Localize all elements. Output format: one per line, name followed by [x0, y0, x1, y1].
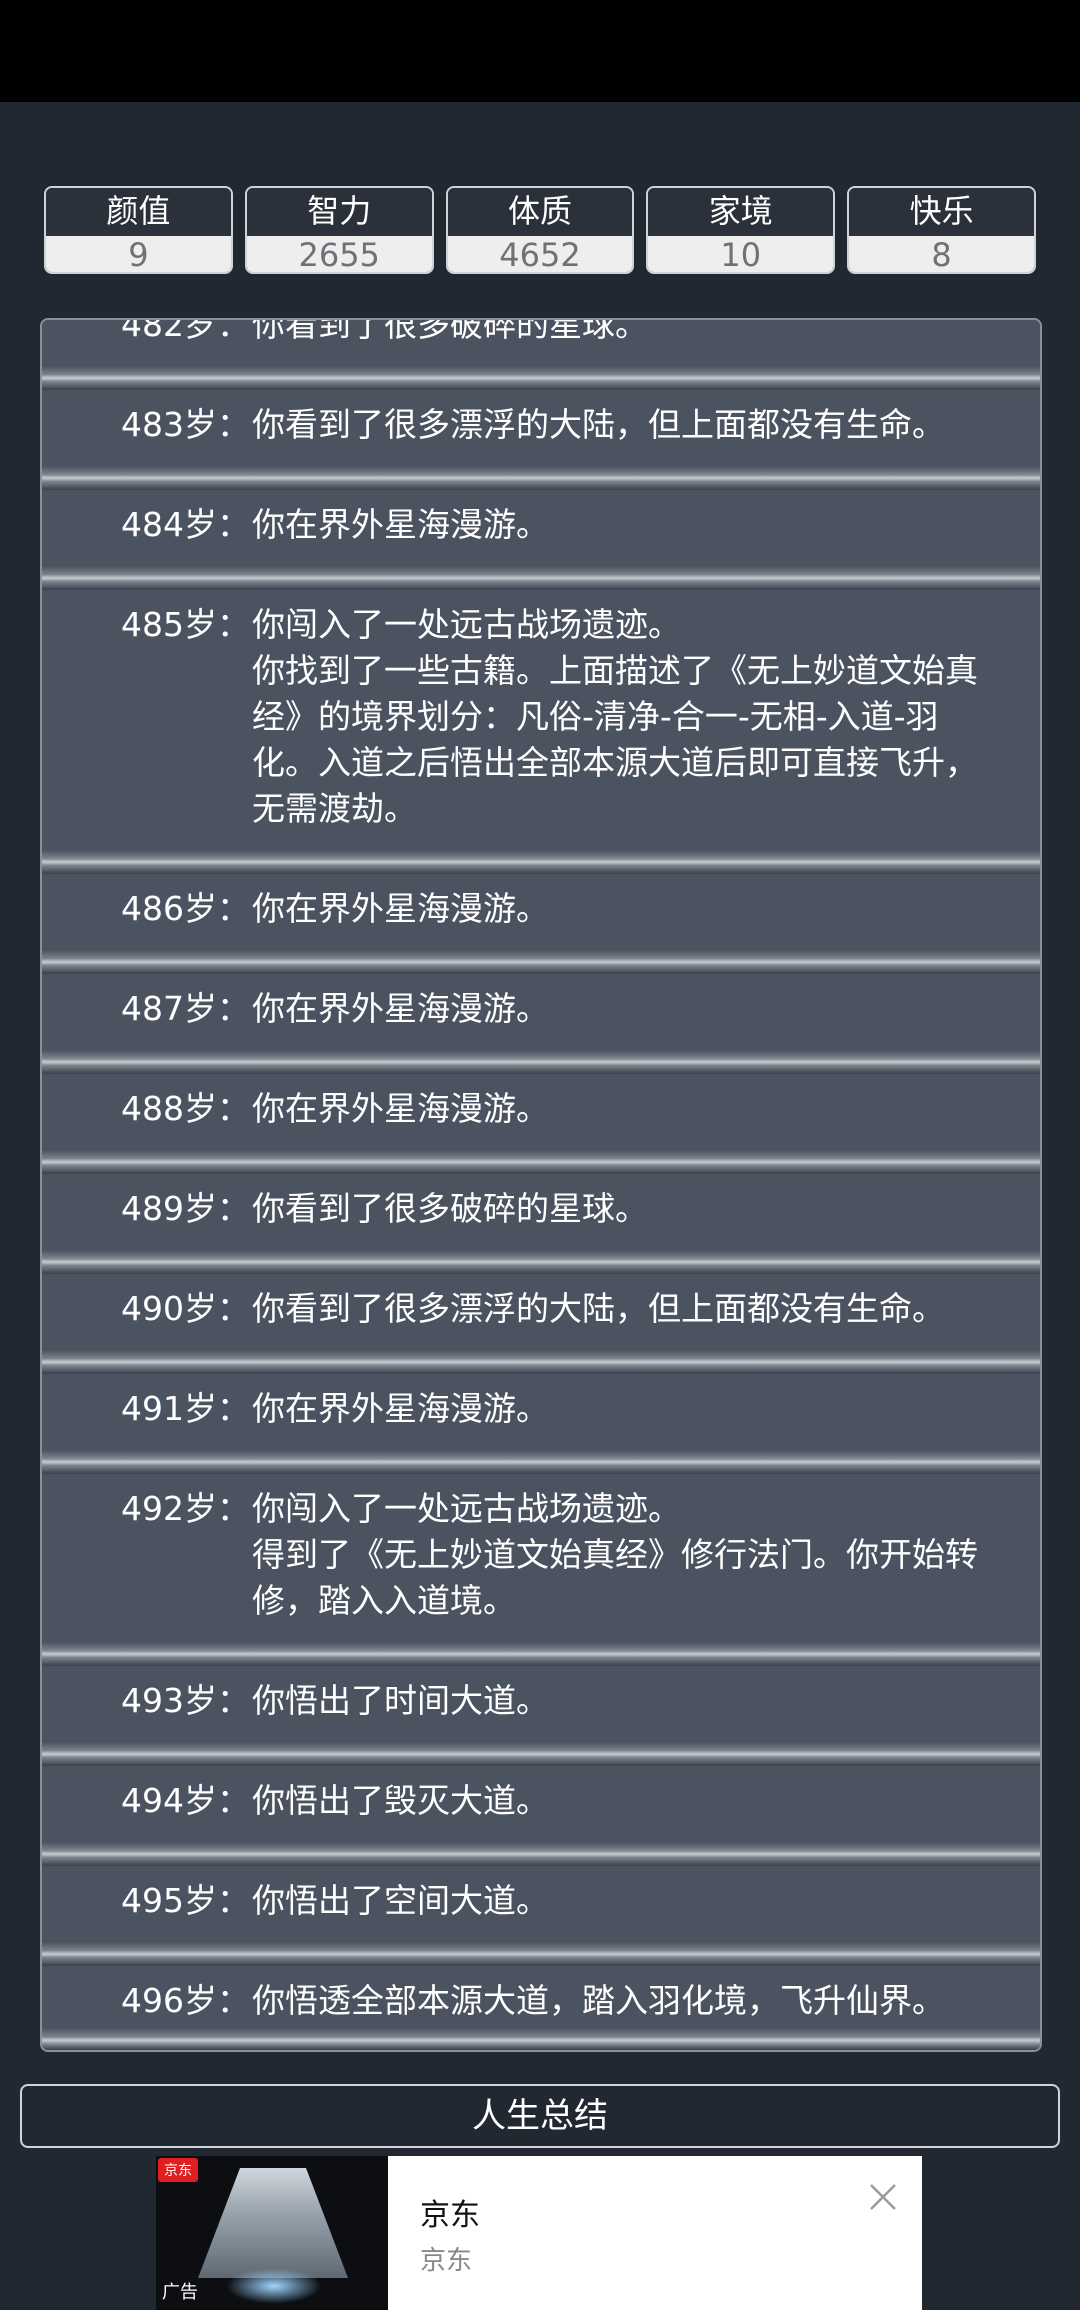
stat-value: 8 — [849, 234, 1034, 272]
log-entry: 482岁： 你看到了很多破碎的星球。 — [42, 318, 1040, 366]
log-age: 491岁： — [121, 1389, 250, 1428]
log-age: 482岁： — [121, 318, 250, 344]
ad-body[interactable]: 京东 京东 — [388, 2156, 922, 2310]
log-text: 你在界外星海漫游。 — [252, 505, 549, 544]
stat-value: 2655 — [246, 234, 432, 272]
log-entry: 486岁： 你在界外星海漫游。 — [42, 850, 1040, 950]
ad-banner[interactable]: 京东 广告 京东 京东 — [156, 2156, 922, 2310]
log-age: 495岁： — [121, 1881, 250, 1920]
stat-label: 颜值 — [46, 188, 231, 234]
log-age: 486岁： — [121, 889, 250, 928]
log-text: 你在界外星海漫游。 — [252, 1389, 549, 1428]
log-entry: 488岁： 你在界外星海漫游。 — [42, 1050, 1040, 1150]
log-age: 490岁： — [121, 1289, 250, 1328]
log-text: 你悟出了毁灭大道。 — [252, 1781, 549, 1820]
log-text: 你看到了很多漂浮的大陆，但上面都没有生命。 — [252, 405, 945, 444]
close-icon[interactable] — [868, 2180, 898, 2218]
stat-value: 10 — [648, 234, 834, 272]
stat-label: 快乐 — [849, 188, 1034, 234]
stat-constitution: 体质 4652 — [445, 186, 635, 274]
log-text: 你在界外星海漫游。 — [252, 989, 549, 1028]
stat-value: 9 — [46, 234, 231, 272]
attribute-stats: 颜值 9 智力 2655 体质 4652 家境 10 快乐 8 — [44, 186, 1036, 274]
log-text: 你闯入了一处远古战场遗迹。 得到了《无上妙道文始真经》修行法门。你开始转修，踏入… — [252, 1489, 978, 1620]
log-entry: 490岁： 你看到了很多漂浮的大陆，但上面都没有生命。 — [42, 1250, 1040, 1350]
log-entry: 494岁： 你悟出了毁灭大道。 — [42, 1742, 1040, 1842]
stat-label: 智力 — [246, 188, 432, 234]
log-entry: 483岁： 你看到了很多漂浮的大陆，但上面都没有生命。 — [42, 366, 1040, 466]
stat-family: 家境 10 — [646, 186, 836, 274]
log-text: 你看到了很多破碎的星球。 — [252, 318, 648, 344]
stat-intelligence: 智力 2655 — [244, 186, 434, 274]
stat-value: 4652 — [447, 234, 633, 272]
log-entry: 491岁： 你在界外星海漫游。 — [42, 1350, 1040, 1450]
log-entry: 489岁： 你看到了很多破碎的星球。 — [42, 1150, 1040, 1250]
log-entry: 492岁： 你闯入了一处远古战场遗迹。 得到了《无上妙道文始真经》修行法门。你开始… — [42, 1450, 1040, 1642]
ad-title: 京东 — [420, 2198, 480, 2233]
stat-appearance: 颜值 9 — [44, 186, 233, 274]
jd-logo: 京东 — [158, 2158, 198, 2182]
log-text: 你闯入了一处远古战场遗迹。 你找到了一些古籍。上面描述了《无上妙道文始真经》的境… — [252, 605, 978, 828]
log-age: 492岁： — [121, 1489, 250, 1528]
stat-label: 体质 — [447, 188, 633, 234]
log-text: 你看到了很多漂浮的大陆，但上面都没有生命。 — [252, 1289, 945, 1328]
ad-label: 广告 — [162, 2282, 198, 2303]
log-age: 494岁： — [121, 1781, 250, 1820]
log-age: 487岁： — [121, 989, 250, 1028]
life-summary-button[interactable]: 人生总结 — [20, 2084, 1060, 2148]
log-age: 488岁： — [121, 1089, 250, 1128]
log-text: 你看到了很多破碎的星球。 — [252, 1189, 648, 1228]
stat-happiness: 快乐 8 — [847, 186, 1036, 274]
log-entry: 485岁： 你闯入了一处远古战场遗迹。 你找到了一些古籍。上面描述了《无上妙道文始… — [42, 566, 1040, 850]
log-bottom-divider — [42, 2028, 1040, 2050]
range-hood-image — [198, 2168, 348, 2278]
log-entry: 493岁： 你悟出了时间大道。 — [42, 1642, 1040, 1742]
light-glow — [226, 2268, 322, 2304]
ad-image[interactable]: 京东 广告 — [156, 2156, 388, 2310]
log-entry: 487岁： 你在界外星海漫游。 — [42, 950, 1040, 1050]
log-age: 489岁： — [121, 1189, 250, 1228]
status-bar — [0, 0, 1080, 102]
log-age: 484岁： — [121, 505, 250, 544]
log-age: 493岁： — [121, 1681, 250, 1720]
life-log-panel[interactable]: 482岁： 你看到了很多破碎的星球。 483岁： 你看到了很多漂浮的大陆，但上面都没… — [40, 318, 1042, 2052]
log-age: 485岁： — [121, 605, 250, 644]
log-entry: 495岁： 你悟出了空间大道。 — [42, 1842, 1040, 1942]
log-text: 你在界外星海漫游。 — [252, 889, 549, 928]
life-log-list[interactable]: 482岁： 你看到了很多破碎的星球。 483岁： 你看到了很多漂浮的大陆，但上面都没… — [42, 318, 1040, 2050]
log-age: 483岁： — [121, 405, 250, 444]
log-text: 你悟出了时间大道。 — [252, 1681, 549, 1720]
stat-label: 家境 — [648, 188, 834, 234]
log-text: 你在界外星海漫游。 — [252, 1089, 549, 1128]
log-text: 你悟出了空间大道。 — [252, 1881, 549, 1920]
ad-subtitle: 京东 — [420, 2246, 473, 2276]
log-entry: 484岁： 你在界外星海漫游。 — [42, 466, 1040, 566]
